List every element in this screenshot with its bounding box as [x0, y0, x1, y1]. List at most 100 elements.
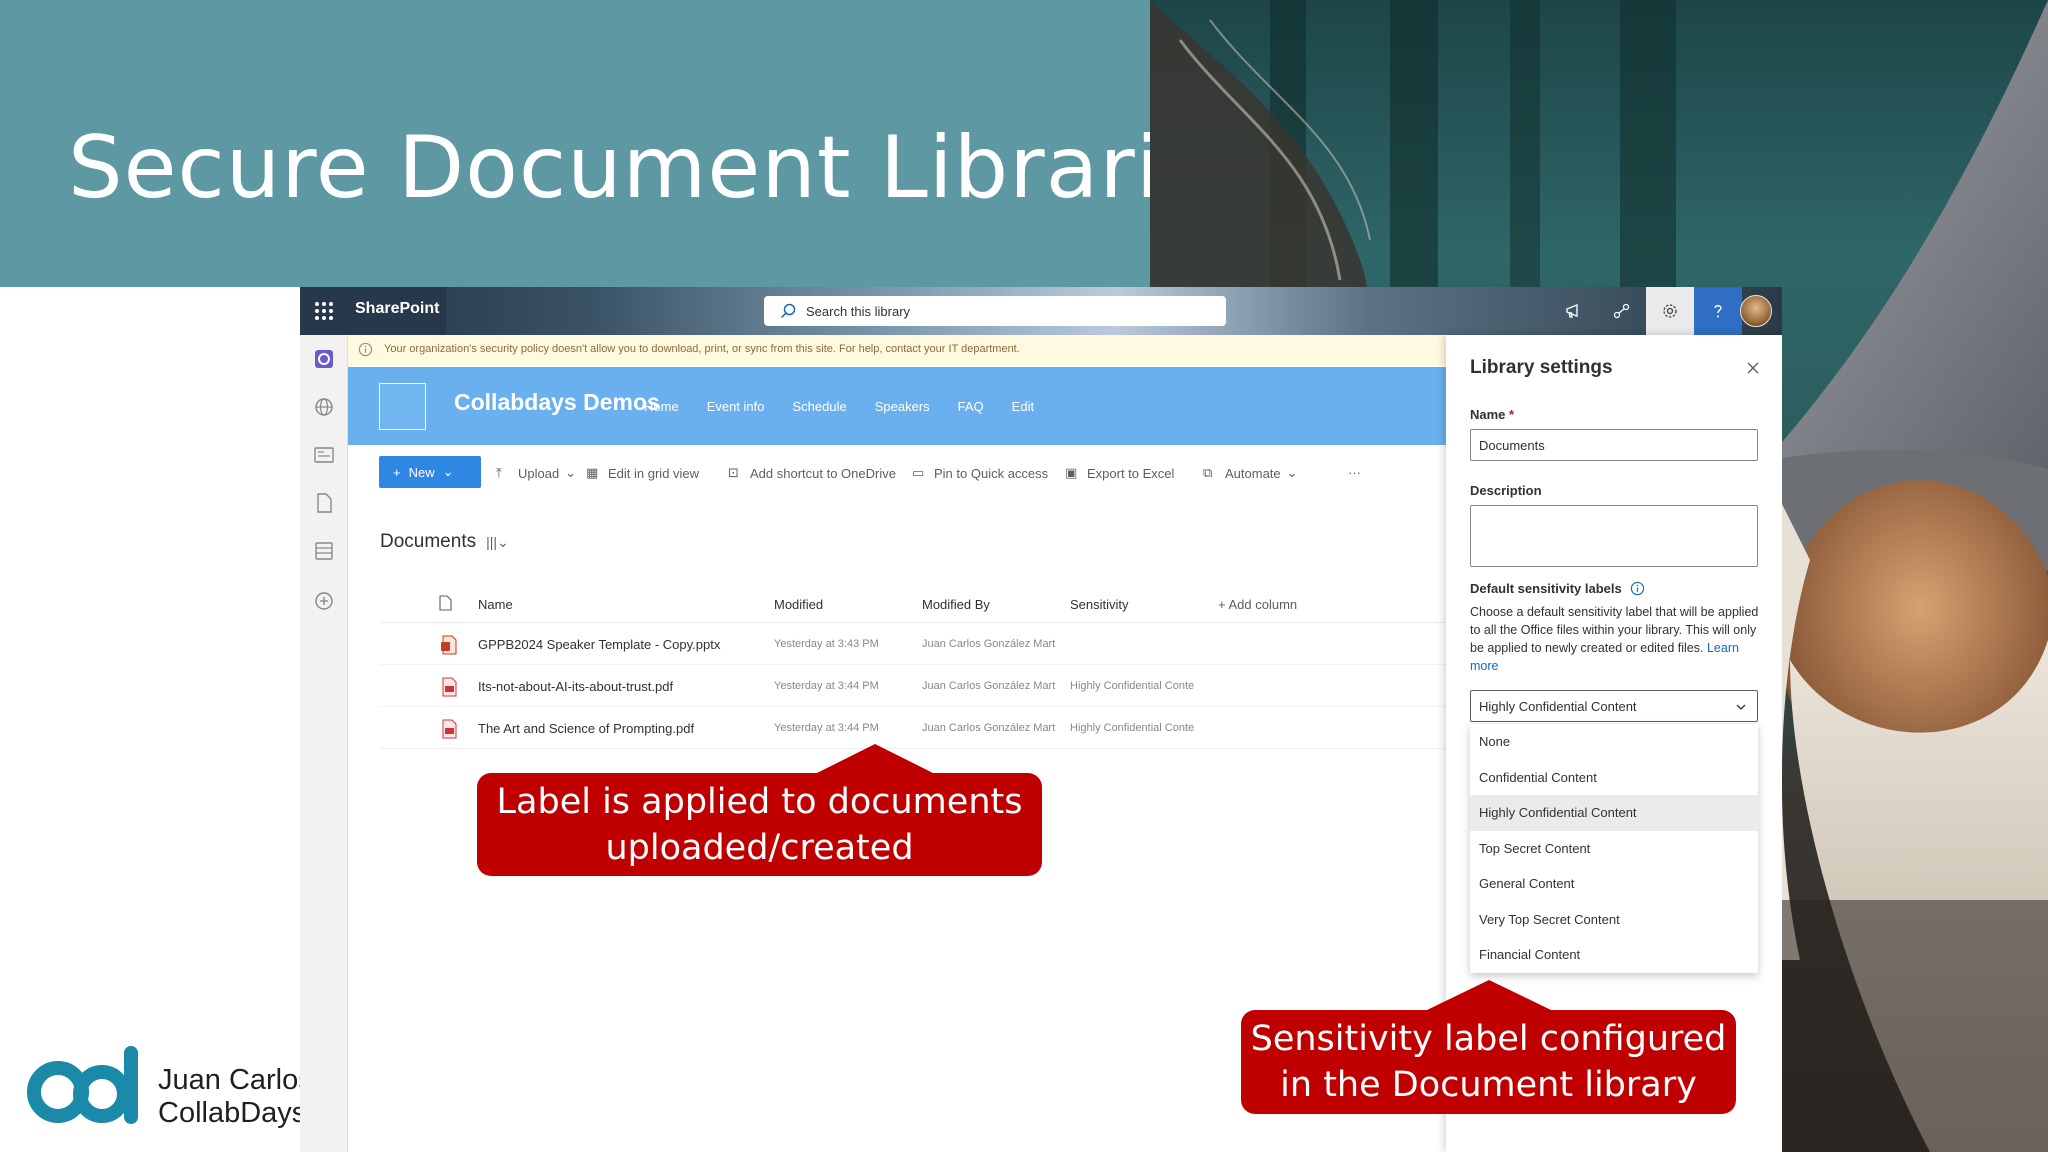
- plus-icon: +: [393, 464, 401, 480]
- name-field[interactable]: [1470, 429, 1758, 461]
- add-shortcut-button[interactable]: ⊡ Add shortcut to OneDrive: [728, 465, 896, 481]
- grid-icon: ▦: [586, 465, 599, 480]
- file-name[interactable]: The Art and Science of Prompting.pdf: [478, 721, 758, 736]
- sensitivity-options: None Confidential Content Highly Confide…: [1470, 724, 1758, 973]
- slide-title: Secure Document Libraries: [68, 118, 1261, 218]
- nav-event-info[interactable]: Event info: [707, 399, 765, 414]
- news-icon[interactable]: [312, 443, 336, 467]
- add-column-button[interactable]: + Add column: [1218, 597, 1297, 612]
- flow-icon: ⧉: [1203, 465, 1213, 480]
- settings-button[interactable]: [1646, 287, 1694, 335]
- shortcut-icon: ⊡: [728, 465, 739, 480]
- file-icon[interactable]: [312, 491, 336, 515]
- site-title[interactable]: Collabdays Demos: [454, 389, 660, 416]
- col-modified[interactable]: Modified: [774, 597, 823, 612]
- nav-home[interactable]: Home: [644, 399, 679, 414]
- callout-pointer-right: [1427, 980, 1551, 1010]
- pptx-file-icon: [441, 635, 457, 655]
- nav-schedule[interactable]: Schedule: [793, 399, 847, 414]
- add-circle-icon[interactable]: [312, 589, 336, 613]
- option-very-top-secret[interactable]: Very Top Secret Content: [1470, 902, 1758, 938]
- file-modified-by: Juan Carlos González Mart: [922, 680, 1056, 692]
- share-button[interactable]: [1598, 287, 1646, 335]
- file-modified: Yesterday at 3:44 PM: [774, 722, 879, 734]
- pin-label: Pin to Quick access: [934, 465, 1049, 481]
- file-name[interactable]: Its-not-about-AI-its-about-trust.pdf: [478, 679, 758, 694]
- option-top-secret[interactable]: Top Secret Content: [1470, 831, 1758, 867]
- file-modified: Yesterday at 3:43 PM: [774, 638, 879, 650]
- upload-button[interactable]: ⤒ Upload ⌄: [496, 465, 576, 481]
- nav-faq[interactable]: FAQ: [958, 399, 984, 414]
- name-label-text: Name: [1470, 407, 1506, 422]
- description-label: Description: [1470, 483, 1542, 498]
- more-button[interactable]: ···: [1348, 465, 1361, 480]
- megaphone-button[interactable]: [1550, 287, 1598, 335]
- suite-bar: SharePoint: [300, 287, 1782, 335]
- policy-notice: Your organization's security policy does…: [348, 335, 1446, 365]
- callout-pointer-left: [815, 744, 935, 774]
- option-confidential[interactable]: Confidential Content: [1470, 760, 1758, 796]
- export-excel-button[interactable]: ▣ Export to Excel: [1065, 465, 1174, 481]
- chevron-down-icon: ⌄: [442, 464, 454, 479]
- close-icon[interactable]: [1744, 359, 1762, 377]
- presenter-name: Juan Carlos CollabDays: [158, 1064, 313, 1130]
- list-icon[interactable]: [312, 539, 336, 563]
- library-view-icon[interactable]: |||⌄: [486, 534, 509, 551]
- option-general[interactable]: General Content: [1470, 866, 1758, 902]
- option-financial[interactable]: Financial Content: [1470, 937, 1758, 973]
- callout-library-line-2: in the Document library: [1280, 1065, 1697, 1105]
- pin-quick-access-button[interactable]: ▭ Pin to Quick access: [912, 465, 1048, 481]
- home-site-icon[interactable]: [312, 347, 336, 371]
- callout-documents-line-1: Label is applied to documents: [496, 782, 1023, 822]
- new-button-label: New: [408, 464, 435, 480]
- name-label: Name *: [1470, 407, 1514, 422]
- collabdays-logo-icon: [27, 1046, 138, 1124]
- presenter-line-1: Juan Carlos: [158, 1064, 313, 1096]
- edit-grid-view-button[interactable]: ▦ Edit in grid view: [586, 465, 699, 481]
- help-button[interactable]: [1694, 287, 1742, 335]
- table-row[interactable]: Its-not-about-AI-its-about-trust.pdf Yes…: [380, 665, 1446, 707]
- pdf-file-icon: [442, 677, 457, 697]
- site-header: Collabdays Demos Home Event info Schedul…: [348, 367, 1446, 445]
- file-name[interactable]: GPPB2024 Speaker Template - Copy.pptx: [478, 637, 758, 652]
- file-type-icon[interactable]: [438, 595, 452, 611]
- file-sensitivity: Highly Confidential Conte: [1070, 680, 1195, 692]
- app-launcher-icon[interactable]: [312, 299, 336, 323]
- search-input[interactable]: [806, 300, 1206, 322]
- globe-icon[interactable]: [312, 395, 336, 419]
- dropdown-selected-value: Highly Confidential Content: [1479, 699, 1637, 714]
- table-row[interactable]: GPPB2024 Speaker Template - Copy.pptx Ye…: [380, 623, 1446, 665]
- megaphone-icon: [1566, 304, 1578, 318]
- nav-edit[interactable]: Edit: [1012, 399, 1034, 414]
- sharepoint-brand[interactable]: SharePoint: [355, 300, 439, 318]
- excel-icon: ▣: [1065, 465, 1078, 480]
- export-excel-label: Export to Excel: [1087, 465, 1175, 481]
- add-shortcut-label: Add shortcut to OneDrive: [750, 465, 896, 481]
- file-modified: Yesterday at 3:44 PM: [774, 680, 879, 692]
- library-title[interactable]: Documents: [380, 531, 476, 553]
- avatar[interactable]: [1740, 295, 1772, 327]
- edit-grid-label: Edit in grid view: [608, 465, 700, 481]
- automate-button[interactable]: ⧉ Automate ⌄: [1203, 465, 1298, 481]
- site-nav: Home Event info Schedule Speakers FAQ Ed…: [644, 399, 1034, 414]
- sensitivity-help-text: Choose a default sensitivity label that …: [1470, 603, 1765, 675]
- chevron-down-icon: [1736, 704, 1746, 710]
- search-box[interactable]: [764, 296, 1226, 326]
- col-sensitivity[interactable]: Sensitivity: [1070, 597, 1129, 612]
- option-highly-confidential[interactable]: Highly Confidential Content: [1470, 795, 1758, 831]
- info-icon[interactable]: [1630, 581, 1645, 596]
- callout-documents-line-2: uploaded/created: [605, 828, 914, 868]
- col-name[interactable]: Name: [478, 597, 513, 612]
- sensitivity-dropdown[interactable]: Highly Confidential Content: [1470, 690, 1758, 722]
- chevron-down-icon: ⌄: [565, 465, 577, 480]
- option-none[interactable]: None: [1470, 724, 1758, 760]
- site-logo[interactable]: [379, 383, 426, 430]
- callout-library-line-1: Sensitivity label configured: [1250, 1019, 1727, 1059]
- table-row[interactable]: The Art and Science of Prompting.pdf Yes…: [380, 707, 1446, 749]
- col-modified-by[interactable]: Modified By: [922, 597, 990, 612]
- pin-icon: ▭: [912, 465, 925, 480]
- nav-speakers[interactable]: Speakers: [875, 399, 930, 414]
- description-field[interactable]: [1470, 505, 1758, 567]
- new-button[interactable]: + New ⌄: [379, 456, 481, 488]
- upload-label: Upload: [518, 465, 560, 481]
